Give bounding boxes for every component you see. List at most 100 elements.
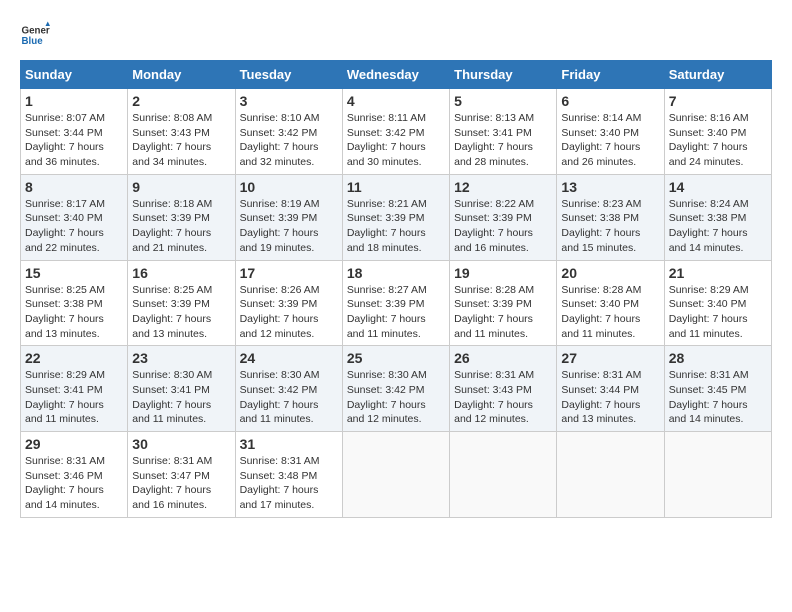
calendar-cell: 7 Sunrise: 8:16 AM Sunset: 3:40 PM Dayli… [664,89,771,175]
sunrise: Sunrise: 8:08 AM [132,112,212,124]
sunrise: Sunrise: 8:30 AM [347,369,427,381]
sunrise: Sunrise: 8:31 AM [25,455,105,467]
day-number: 23 [132,350,230,366]
day-number: 31 [240,436,338,452]
daylight: Daylight: 7 hours and 16 minutes. [132,484,211,511]
sunset: Sunset: 3:39 PM [347,298,425,310]
daylight: Daylight: 7 hours and 13 minutes. [561,399,640,426]
sunset: Sunset: 3:38 PM [561,212,639,224]
calendar-cell: 28 Sunrise: 8:31 AM Sunset: 3:45 PM Dayl… [664,346,771,432]
daylight: Daylight: 7 hours and 13 minutes. [25,313,104,340]
page-header: General Blue [20,20,772,50]
sunset: Sunset: 3:39 PM [454,212,532,224]
sunset: Sunset: 3:39 PM [347,212,425,224]
sunset: Sunset: 3:39 PM [240,298,318,310]
day-number: 15 [25,265,123,281]
sunset: Sunset: 3:40 PM [561,127,639,139]
day-number: 18 [347,265,445,281]
calendar-cell: 1 Sunrise: 8:07 AM Sunset: 3:44 PM Dayli… [21,89,128,175]
col-saturday: Saturday [664,61,771,89]
day-info: Sunrise: 8:25 AM Sunset: 3:39 PM Dayligh… [132,283,230,342]
calendar-body: 1 Sunrise: 8:07 AM Sunset: 3:44 PM Dayli… [21,89,772,518]
daylight: Daylight: 7 hours and 12 minutes. [240,313,319,340]
sunset: Sunset: 3:38 PM [25,298,103,310]
sunset: Sunset: 3:40 PM [561,298,639,310]
svg-text:General: General [22,26,51,37]
daylight: Daylight: 7 hours and 18 minutes. [347,227,426,254]
daylight: Daylight: 7 hours and 15 minutes. [561,227,640,254]
day-number: 12 [454,179,552,195]
day-info: Sunrise: 8:31 AM Sunset: 3:43 PM Dayligh… [454,368,552,427]
day-info: Sunrise: 8:28 AM Sunset: 3:39 PM Dayligh… [454,283,552,342]
calendar-cell: 9 Sunrise: 8:18 AM Sunset: 3:39 PM Dayli… [128,174,235,260]
svg-text:Blue: Blue [22,36,44,47]
sunrise: Sunrise: 8:28 AM [454,284,534,296]
day-number: 28 [669,350,767,366]
daylight: Daylight: 7 hours and 22 minutes. [25,227,104,254]
day-number: 21 [669,265,767,281]
daylight: Daylight: 7 hours and 14 minutes. [669,399,748,426]
day-info: Sunrise: 8:24 AM Sunset: 3:38 PM Dayligh… [669,197,767,256]
calendar-cell: 8 Sunrise: 8:17 AM Sunset: 3:40 PM Dayli… [21,174,128,260]
sunset: Sunset: 3:44 PM [25,127,103,139]
day-info: Sunrise: 8:18 AM Sunset: 3:39 PM Dayligh… [132,197,230,256]
calendar-cell: 2 Sunrise: 8:08 AM Sunset: 3:43 PM Dayli… [128,89,235,175]
sunrise: Sunrise: 8:31 AM [669,369,749,381]
sunset: Sunset: 3:42 PM [347,384,425,396]
calendar-cell: 16 Sunrise: 8:25 AM Sunset: 3:39 PM Dayl… [128,260,235,346]
calendar-cell: 24 Sunrise: 8:30 AM Sunset: 3:42 PM Dayl… [235,346,342,432]
calendar-table: Sunday Monday Tuesday Wednesday Thursday… [20,60,772,518]
sunrise: Sunrise: 8:23 AM [561,198,641,210]
calendar-cell: 5 Sunrise: 8:13 AM Sunset: 3:41 PM Dayli… [450,89,557,175]
day-info: Sunrise: 8:31 AM Sunset: 3:44 PM Dayligh… [561,368,659,427]
sunrise: Sunrise: 8:31 AM [132,455,212,467]
sunset: Sunset: 3:42 PM [240,127,318,139]
calendar-cell [557,432,664,518]
day-number: 25 [347,350,445,366]
sunrise: Sunrise: 8:24 AM [669,198,749,210]
sunrise: Sunrise: 8:30 AM [240,369,320,381]
sunrise: Sunrise: 8:29 AM [25,369,105,381]
sunrise: Sunrise: 8:25 AM [132,284,212,296]
sunset: Sunset: 3:43 PM [454,384,532,396]
col-sunday: Sunday [21,61,128,89]
day-number: 22 [25,350,123,366]
calendar-cell: 11 Sunrise: 8:21 AM Sunset: 3:39 PM Dayl… [342,174,449,260]
calendar-cell: 4 Sunrise: 8:11 AM Sunset: 3:42 PM Dayli… [342,89,449,175]
day-info: Sunrise: 8:29 AM Sunset: 3:41 PM Dayligh… [25,368,123,427]
sunset: Sunset: 3:48 PM [240,470,318,482]
calendar-cell: 27 Sunrise: 8:31 AM Sunset: 3:44 PM Dayl… [557,346,664,432]
day-number: 9 [132,179,230,195]
calendar-cell: 20 Sunrise: 8:28 AM Sunset: 3:40 PM Dayl… [557,260,664,346]
day-info: Sunrise: 8:25 AM Sunset: 3:38 PM Dayligh… [25,283,123,342]
calendar-cell [664,432,771,518]
sunset: Sunset: 3:42 PM [347,127,425,139]
calendar-cell: 29 Sunrise: 8:31 AM Sunset: 3:46 PM Dayl… [21,432,128,518]
daylight: Daylight: 7 hours and 30 minutes. [347,141,426,168]
logo-icon: General Blue [20,20,50,50]
sunrise: Sunrise: 8:25 AM [25,284,105,296]
sunset: Sunset: 3:40 PM [25,212,103,224]
sunset: Sunset: 3:41 PM [25,384,103,396]
day-number: 13 [561,179,659,195]
day-info: Sunrise: 8:14 AM Sunset: 3:40 PM Dayligh… [561,111,659,170]
day-info: Sunrise: 8:26 AM Sunset: 3:39 PM Dayligh… [240,283,338,342]
day-number: 20 [561,265,659,281]
col-tuesday: Tuesday [235,61,342,89]
day-info: Sunrise: 8:22 AM Sunset: 3:39 PM Dayligh… [454,197,552,256]
calendar-cell: 17 Sunrise: 8:26 AM Sunset: 3:39 PM Dayl… [235,260,342,346]
sunrise: Sunrise: 8:31 AM [240,455,320,467]
sunrise: Sunrise: 8:17 AM [25,198,105,210]
sunset: Sunset: 3:40 PM [669,127,747,139]
calendar-cell: 10 Sunrise: 8:19 AM Sunset: 3:39 PM Dayl… [235,174,342,260]
day-info: Sunrise: 8:27 AM Sunset: 3:39 PM Dayligh… [347,283,445,342]
day-info: Sunrise: 8:30 AM Sunset: 3:42 PM Dayligh… [240,368,338,427]
day-info: Sunrise: 8:31 AM Sunset: 3:48 PM Dayligh… [240,454,338,513]
daylight: Daylight: 7 hours and 11 minutes. [132,399,211,426]
col-wednesday: Wednesday [342,61,449,89]
day-number: 10 [240,179,338,195]
calendar-cell: 26 Sunrise: 8:31 AM Sunset: 3:43 PM Dayl… [450,346,557,432]
logo: General Blue [20,20,50,50]
day-info: Sunrise: 8:08 AM Sunset: 3:43 PM Dayligh… [132,111,230,170]
calendar-cell: 25 Sunrise: 8:30 AM Sunset: 3:42 PM Dayl… [342,346,449,432]
